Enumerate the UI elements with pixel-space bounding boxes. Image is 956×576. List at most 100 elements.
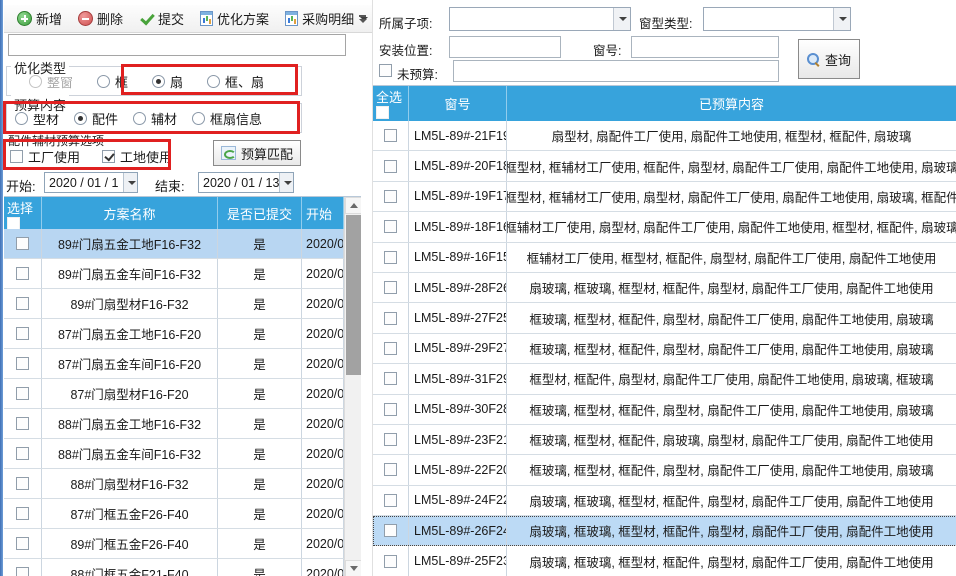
optimize-type-label: 优化类型 [11, 58, 69, 77]
row-checkbox[interactable] [384, 342, 397, 355]
plan-table-row[interactable]: 87#门扇型材F16-F20是2020/0 [4, 379, 344, 409]
budget-table-row[interactable]: LM5L-89#-23F21框玻璃, 框型材, 框配件, 扇玻璃, 扇型材, 扇… [373, 425, 956, 455]
plan-table-scrollbar[interactable] [344, 197, 361, 576]
budget-window-no-cell: LM5L-89#-27F25 [409, 303, 507, 332]
budget-table-row[interactable]: LM5L-89#-18F16框辅材工厂使用, 扇型材, 扇配件工厂使用, 扇配件… [373, 212, 956, 242]
sub-item-select[interactable] [449, 7, 631, 31]
row-checkbox[interactable] [384, 463, 397, 476]
budget-row-select-cell [373, 425, 409, 454]
row-checkbox[interactable] [384, 433, 397, 446]
plan-row-select-cell [4, 379, 42, 408]
plan-table-row[interactable]: 88#门扇型材F16-F32是2020/0 [4, 469, 344, 499]
usage-checkbox-item[interactable]: 工厂使用 [10, 147, 80, 166]
row-checkbox[interactable] [16, 537, 29, 550]
budget-table-row[interactable]: LM5L-89#-21F19扇型材, 扇配件工厂使用, 扇配件工地使用, 框型材… [373, 121, 956, 151]
sub-item-dropdown-button[interactable] [613, 8, 630, 30]
row-checkbox[interactable] [16, 477, 29, 490]
budget-table-row[interactable]: LM5L-89#-20F18框型材, 框辅材工厂使用, 框配件, 扇型材, 扇配… [373, 151, 956, 181]
query-button[interactable]: 查询 [798, 39, 860, 79]
toolbar-overflow-button[interactable] [355, 8, 370, 30]
select-all-checkbox[interactable] [376, 106, 389, 119]
search-icon [807, 53, 820, 66]
select-all-checkbox[interactable] [7, 217, 20, 229]
radio-icon [29, 75, 42, 88]
row-checkbox[interactable] [16, 297, 29, 310]
submit-button[interactable]: 提交 [131, 5, 192, 32]
budget-table-row[interactable]: LM5L-89#-22F20框玻璃, 框型材, 框配件, 扇型材, 扇配件工厂使… [373, 455, 956, 485]
row-checkbox[interactable] [16, 357, 29, 370]
row-checkbox[interactable] [16, 237, 29, 250]
plan-table-row[interactable]: 88#门框五金F21-F40是2020/0 [4, 559, 344, 576]
row-checkbox[interactable] [16, 327, 29, 340]
row-checkbox[interactable] [384, 190, 397, 203]
budget-table-row[interactable]: LM5L-89#-19F17框型材, 框辅材工厂使用, 扇型材, 扇配件工厂使用… [373, 182, 956, 212]
plan-header-select-label: 选择 [7, 198, 33, 217]
budget-table-row[interactable]: LM5L-89#-25F23扇玻璃, 框玻璃, 框型材, 框配件, 扇型材, 扇… [373, 546, 956, 576]
budget-table-row[interactable]: LM5L-89#-16F15框辅材工厂使用, 框型材, 框配件, 扇型材, 扇配… [373, 243, 956, 273]
plan-table-row[interactable]: 88#门扇五金工地F16-F32是2020/0 [4, 409, 344, 439]
scroll-down-button[interactable] [345, 560, 361, 576]
optimize-plan-button[interactable]: 优化方案 [192, 5, 277, 32]
add-button[interactable]: 新增 [9, 5, 70, 32]
budget-table-row[interactable]: LM5L-89#-27F25框玻璃, 框型材, 框配件, 扇型材, 扇配件工厂使… [373, 303, 956, 333]
delete-button[interactable]: 删除 [70, 5, 131, 32]
plan-submitted-cell: 是 [218, 319, 302, 348]
window-no-input[interactable] [631, 36, 779, 58]
start-date-dropdown-button[interactable] [123, 173, 137, 192]
optimize-type-group: 优化类型 整窗框扇框、扇 [6, 66, 302, 96]
budget-table-row[interactable]: LM5L-89#-31F29框型材, 框配件, 扇型材, 扇配件工厂使用, 扇配… [373, 364, 956, 394]
row-checkbox[interactable] [16, 387, 29, 400]
plan-table-row[interactable]: 89#门扇五金工地F16-F32是2020/0 [4, 229, 344, 259]
budget-table-row[interactable]: LM5L-89#-29F27框玻璃, 框型材, 框配件, 扇型材, 扇配件工厂使… [373, 334, 956, 364]
budget-table-row[interactable]: LM5L-89#-24F22扇玻璃, 框玻璃, 框型材, 框配件, 扇型材, 扇… [373, 486, 956, 516]
row-checkbox[interactable] [16, 417, 29, 430]
budget-content-option[interactable]: 框扇信息 [192, 109, 262, 128]
no-budget-checkbox[interactable] [379, 64, 392, 77]
row-checkbox[interactable] [384, 160, 397, 173]
budget-content-option[interactable]: 辅材 [133, 109, 177, 128]
row-checkbox[interactable] [16, 507, 29, 520]
scroll-up-button[interactable] [345, 197, 361, 214]
optimize-type-option[interactable]: 框 [97, 72, 128, 91]
chevron-down-icon [284, 181, 292, 185]
plan-table-row[interactable]: 87#门框五金F26-F40是2020/0 [4, 499, 344, 529]
scrollbar-thumb[interactable] [346, 215, 361, 375]
row-checkbox[interactable] [16, 447, 29, 460]
row-checkbox[interactable] [384, 403, 397, 416]
end-date-dropdown-button[interactable] [279, 173, 293, 192]
plan-row-select-cell [4, 289, 42, 318]
row-checkbox[interactable] [384, 220, 397, 233]
budget-match-button[interactable]: 预算匹配 [213, 140, 301, 166]
window-type-select[interactable] [703, 7, 851, 31]
delete-icon [78, 11, 93, 26]
usage-checkbox-item[interactable]: 工地使用 [102, 147, 172, 166]
row-checkbox[interactable] [16, 567, 29, 576]
plan-table-row[interactable]: 89#门扇五金车间F16-F32是2020/0 [4, 259, 344, 289]
optimize-type-option[interactable]: 扇 [152, 72, 183, 91]
budget-content-option[interactable]: 配件 [74, 109, 118, 128]
budget-table-row[interactable]: LM5L-89#-26F24扇玻璃, 框玻璃, 框型材, 框配件, 扇型材, 扇… [373, 516, 956, 546]
plan-table-row[interactable]: 87#门扇五金车间F16-F20是2020/0 [4, 349, 344, 379]
row-checkbox[interactable] [16, 267, 29, 280]
start-date-picker[interactable]: 2020 / 01 / 1 [44, 172, 138, 193]
plan-table-row[interactable]: 89#门扇型材F16-F32是2020/0 [4, 289, 344, 319]
plan-filter-input[interactable] [8, 34, 346, 56]
budget-table-row[interactable]: LM5L-89#-30F28框玻璃, 框型材, 框配件, 扇型材, 扇配件工厂使… [373, 395, 956, 425]
plan-table-row[interactable]: 89#门框五金F26-F40是2020/0 [4, 529, 344, 559]
budget-table-row[interactable]: LM5L-89#-28F26扇玻璃, 框玻璃, 框型材, 框配件, 扇型材, 扇… [373, 273, 956, 303]
plan-table-row[interactable]: 87#门扇五金工地F16-F20是2020/0 [4, 319, 344, 349]
row-checkbox[interactable] [384, 494, 397, 507]
row-checkbox[interactable] [384, 524, 397, 537]
row-checkbox[interactable] [384, 129, 397, 142]
end-date-picker[interactable]: 2020 / 01 / 13 [198, 172, 294, 193]
row-checkbox[interactable] [384, 372, 397, 385]
row-checkbox[interactable] [384, 312, 397, 325]
row-checkbox[interactable] [384, 555, 397, 568]
row-checkbox[interactable] [384, 281, 397, 294]
row-checkbox[interactable] [384, 251, 397, 264]
window-type-dropdown-button[interactable] [833, 8, 850, 30]
optimize-type-option[interactable]: 框、扇 [207, 72, 264, 91]
no-budget-input[interactable] [453, 60, 779, 82]
plan-table-row[interactable]: 88#门扇五金车间F16-F32是2020/0 [4, 439, 344, 469]
install-pos-input[interactable] [449, 36, 561, 58]
